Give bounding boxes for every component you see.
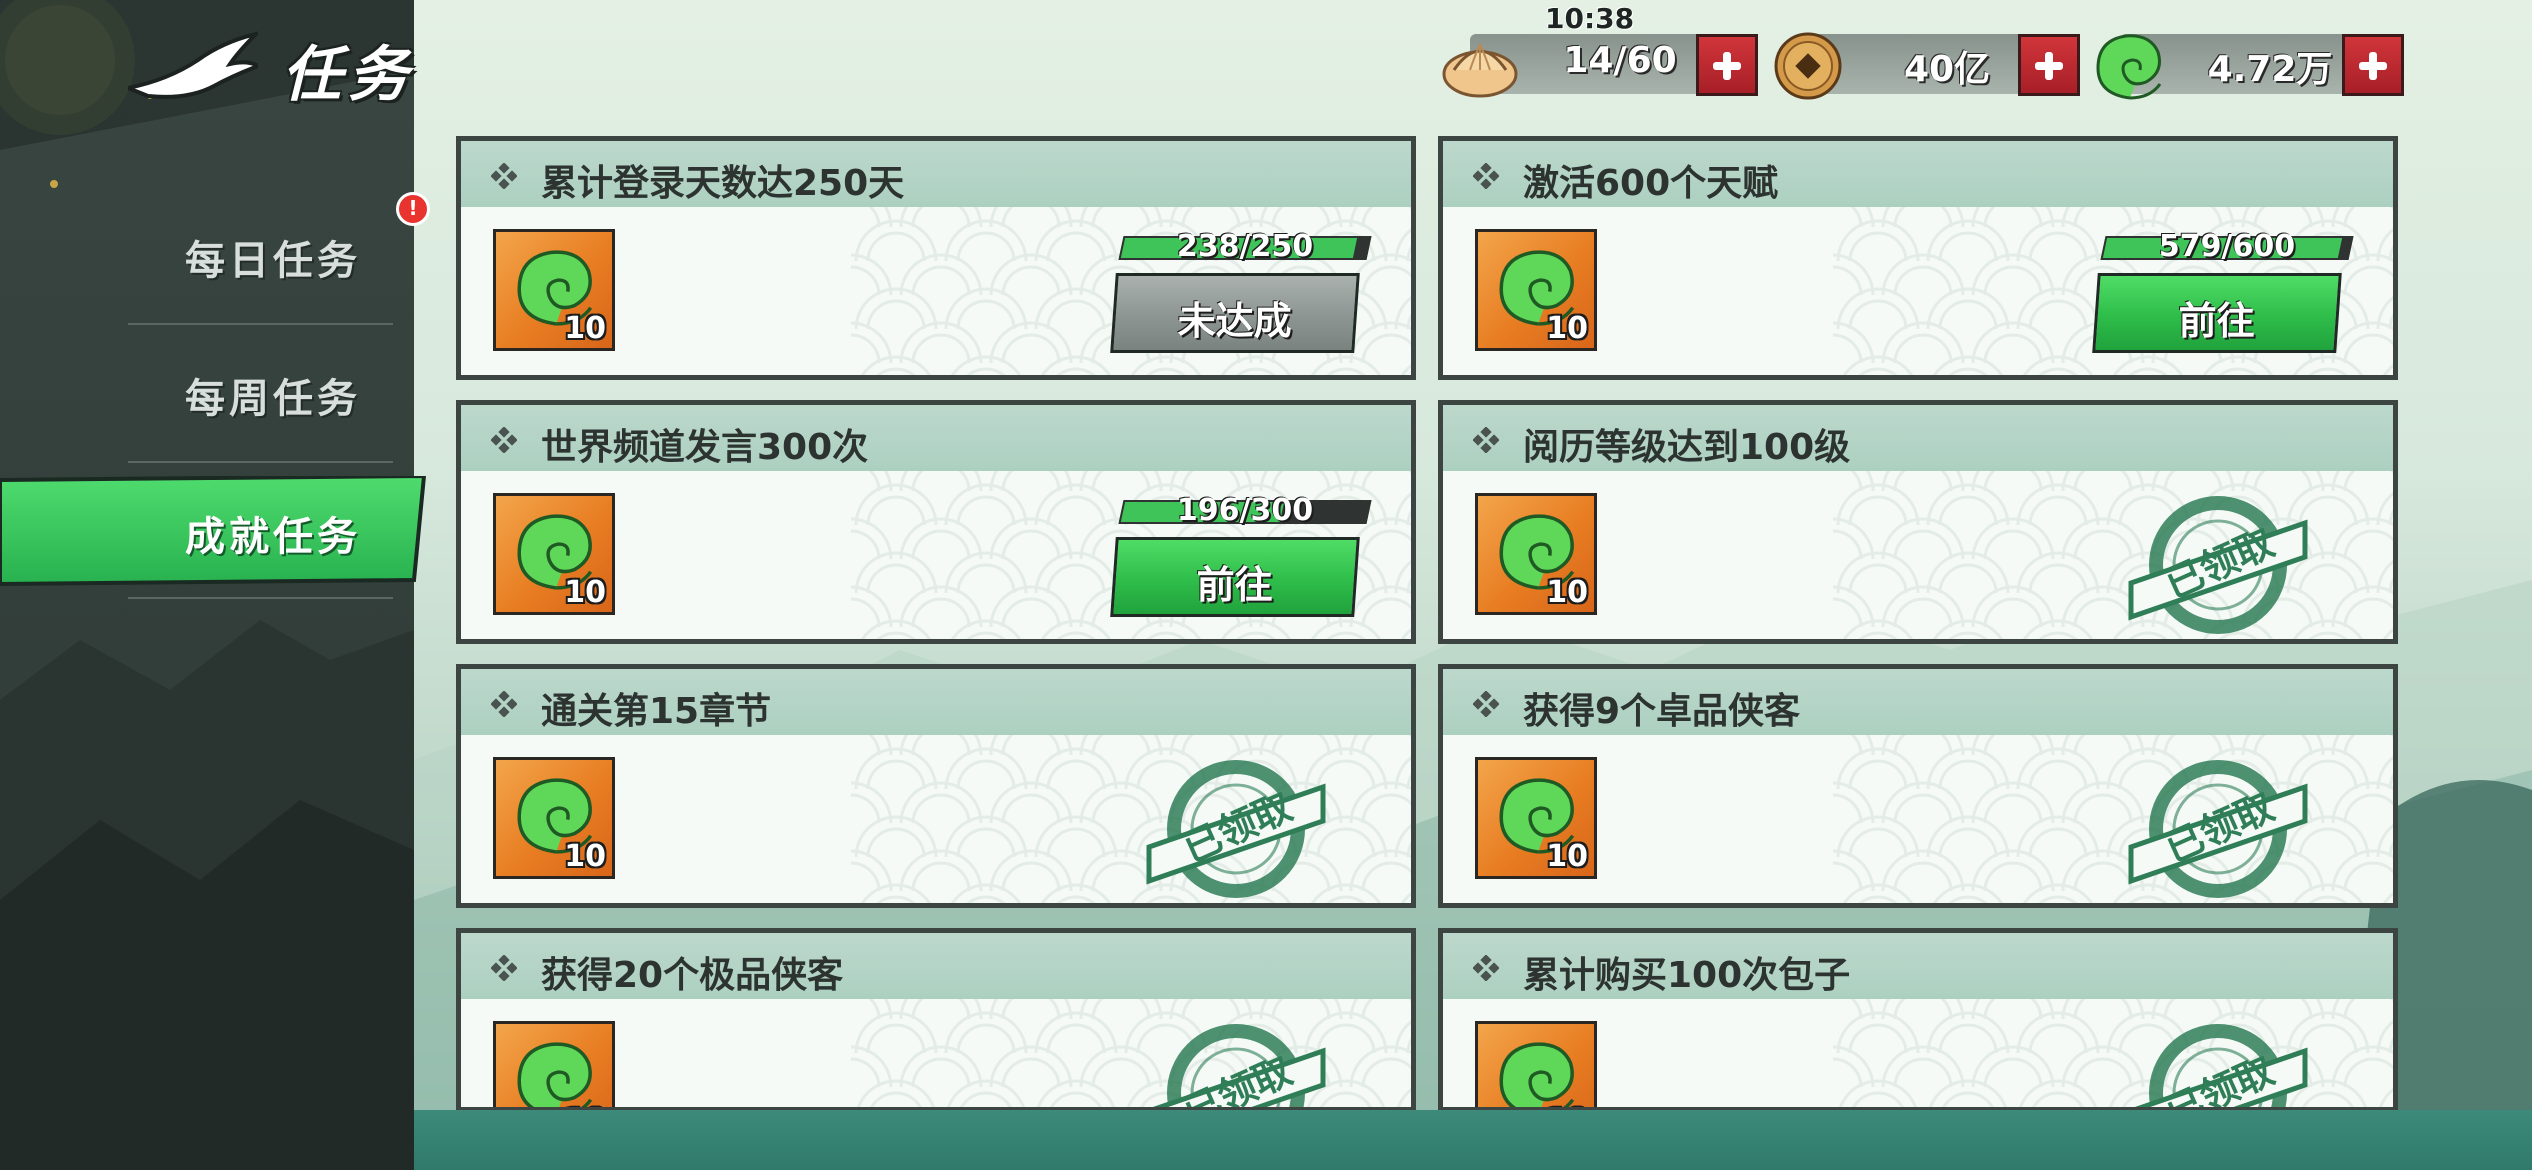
add-jade-button[interactable] (2342, 34, 2404, 96)
task-card: 累计购买100次包子 10 已领取 (1438, 928, 2398, 1112)
go-button[interactable]: 前往 (1110, 537, 1360, 617)
reward-slot[interactable]: 10 (1475, 1021, 1597, 1107)
reward-count: 10 (1546, 311, 1588, 346)
green-jade-icon (1499, 1042, 1575, 1107)
diamond-bullet-icon (1473, 427, 1499, 453)
steamed-bun-icon (1442, 43, 1518, 98)
reward-count: 10 (1546, 839, 1588, 874)
tab-daily-alert-badge: ! (396, 192, 430, 226)
tab-divider (128, 323, 393, 325)
reward-slot[interactable]: 10 (1475, 757, 1597, 879)
diamond-bullet-icon (491, 427, 517, 453)
tab-daily[interactable]: 每日任务 (0, 200, 414, 310)
reward-slot[interactable]: 10 (493, 493, 615, 615)
reward-slot[interactable]: 10 (1475, 229, 1597, 351)
resource-coin: 40亿 (1772, 32, 2092, 100)
action-button-label: 前往 (1196, 563, 1273, 607)
tab-weekly-label: 每周任务 (185, 376, 361, 422)
resource-bun: 14/60 (1440, 34, 1760, 98)
add-bun-button[interactable] (1696, 34, 1758, 96)
diamond-bullet-icon (1473, 163, 1499, 189)
back-swallow-icon[interactable] (128, 30, 258, 102)
reward-count: 10 (564, 575, 606, 610)
task-card: 累计登录天数达250天 10 238/250 未达成 (456, 136, 1416, 380)
task-card: 激活600个天赋 10 579/600 前往 (1438, 136, 2398, 380)
status-clock: 10:38 (1545, 2, 1635, 35)
bottom-scenery-strip (414, 1110, 2532, 1170)
reward-slot[interactable]: 10 (493, 1021, 615, 1107)
task-card: 获得20个极品侠客 10 已领取 (456, 928, 1416, 1112)
go-button[interactable]: 前往 (2092, 273, 2342, 353)
green-jade-icon (2096, 34, 2162, 100)
task-title: 累计购买100次包子 (1523, 955, 1851, 996)
not-achieved-button[interactable]: 未达成 (1110, 273, 1360, 353)
task-title: 获得20个极品侠客 (541, 955, 844, 996)
action-button-label: 未达成 (1177, 299, 1292, 343)
task-title: 获得9个卓品侠客 (1523, 691, 1801, 732)
add-coin-button[interactable] (2018, 34, 2080, 96)
task-card: 世界频道发言300次 10 196/300 前往 (456, 400, 1416, 644)
copper-coin-icon (1774, 32, 1842, 100)
tab-achievement-label: 成就任务 (185, 514, 361, 560)
reward-count: 10 (564, 311, 606, 346)
tab-divider (128, 597, 393, 599)
task-title: 累计登录天数达250天 (541, 163, 905, 204)
tab-divider (128, 461, 393, 463)
tab-achievement[interactable]: 成就任务 (0, 476, 414, 586)
task-title: 激活600个天赋 (1523, 163, 1779, 204)
page-title: 任务 (282, 40, 414, 110)
reward-slot[interactable]: 10 (1475, 493, 1597, 615)
tab-daily-label: 每日任务 (185, 238, 361, 284)
progress-text: 238/250 (1176, 229, 1314, 264)
title-bar: 任务 (0, 0, 440, 150)
resource-jade-value: 4.72万 (2207, 49, 2333, 90)
resource-jade: 4.72万 (2090, 34, 2410, 100)
reward-slot[interactable]: 10 (493, 757, 615, 879)
tab-weekly[interactable]: 每周任务 (0, 338, 414, 448)
task-card: 获得9个卓品侠客 10 已领取 (1438, 664, 2398, 908)
diamond-bullet-icon (491, 955, 517, 981)
reward-count: 10 (564, 839, 606, 874)
green-jade-icon (517, 1042, 593, 1107)
progress-text: 196/300 (1176, 493, 1314, 528)
diamond-bullet-icon (491, 691, 517, 717)
resource-bun-value: 14/60 (1563, 40, 1677, 81)
task-title: 通关第15章节 (541, 691, 772, 732)
action-button-label: 前往 (2178, 299, 2255, 343)
task-card: 通关第15章节 10 已领取 (456, 664, 1416, 908)
diamond-bullet-icon (491, 163, 517, 189)
task-title: 世界频道发言300次 (541, 427, 869, 468)
task-card: 阅历等级达到100级 10 已领取 (1438, 400, 2398, 644)
diamond-bullet-icon (1473, 955, 1499, 981)
reward-count: 10 (1546, 575, 1588, 610)
diamond-bullet-icon (1473, 691, 1499, 717)
progress-text: 579/600 (2158, 229, 2296, 264)
task-title: 阅历等级达到100级 (1523, 427, 1851, 468)
reward-slot[interactable]: 10 (493, 229, 615, 351)
